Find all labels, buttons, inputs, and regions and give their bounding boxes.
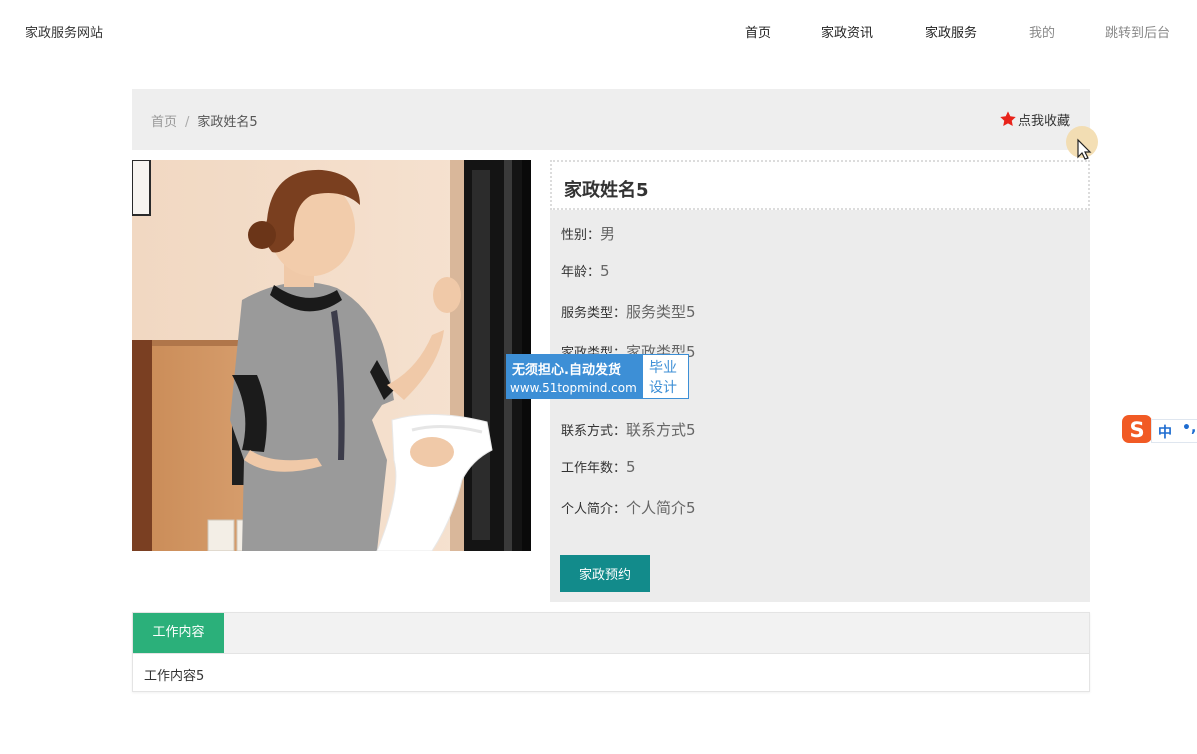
field-intro: 个人简介：个人简介5 [561, 497, 696, 518]
breadcrumb-home[interactable]: 首页 [151, 115, 177, 130]
mouse-cursor-icon [1066, 126, 1098, 160]
field-work-years: 工作年数：5 [561, 457, 636, 476]
watermark-line2: www.51topmind.com [510, 381, 637, 395]
field-contact-value: 联系方式5 [626, 421, 696, 439]
star-icon [1000, 111, 1016, 127]
field-service-type: 服务类型：服务类型5 [561, 301, 696, 322]
field-gender: 性别：男 [561, 223, 615, 244]
watermark-right-line2: 设计 [649, 380, 677, 396]
watermark-right-line1: 毕业 [649, 360, 677, 376]
field-age: 年龄：5 [561, 261, 610, 280]
watermark-line1: 无须担心.自动发货 [512, 363, 621, 378]
tab-header: 工作内容 [133, 613, 1089, 654]
top-navbar: 家政服务网站 首页 家政资讯 家政服务 我的 跳转到后台 [0, 0, 1197, 62]
field-contact-key: 联系方式： [561, 424, 627, 439]
field-work-years-value: 5 [626, 458, 636, 476]
housekeeper-photo [132, 160, 531, 551]
field-intro-value: 个人简介5 [626, 499, 696, 517]
ime-mode[interactable]: 中 [1158, 422, 1172, 442]
nav-services[interactable]: 家政服务 [925, 22, 977, 41]
field-gender-value: 男 [600, 225, 616, 243]
nav-mine[interactable]: 我的 [1029, 22, 1055, 41]
breadcrumb: 首页 / 家政姓名5 [151, 111, 258, 130]
favorite-button[interactable]: 点我收藏 [999, 110, 1070, 129]
detail-title-box: 家政姓名5 [550, 160, 1090, 210]
tab-work-content[interactable]: 工作内容 [133, 613, 224, 653]
svg-text:S: S [1129, 418, 1144, 442]
field-gender-key: 性别： [561, 228, 601, 243]
ime-toolbar[interactable]: S 中 •, [1121, 414, 1197, 444]
sogou-ime-icon[interactable]: S [1121, 414, 1153, 444]
field-intro-key: 个人简介： [561, 502, 627, 517]
breadcrumb-current: 家政姓名5 [197, 115, 258, 130]
tab-work-content-body: 工作内容5 [144, 669, 205, 684]
nav-home[interactable]: 首页 [745, 22, 771, 41]
content-tabs: 工作内容 工作内容5 [132, 612, 1090, 692]
housekeeper-name: 家政姓名5 [564, 180, 649, 201]
ime-punctuation[interactable]: •, [1182, 420, 1196, 436]
breadcrumb-bar: 首页 / 家政姓名5 点我收藏 [132, 89, 1090, 150]
field-age-key: 年龄： [561, 265, 601, 280]
nav-admin[interactable]: 跳转到后台 [1105, 22, 1170, 41]
field-service-type-key: 服务类型： [561, 306, 627, 321]
ime-status-bar[interactable]: 中 •, [1151, 419, 1197, 443]
book-housekeeper-button[interactable]: 家政预约 [560, 555, 650, 592]
site-title[interactable]: 家政服务网站 [25, 22, 103, 41]
field-age-value: 5 [600, 262, 610, 280]
watermark-badge: 无须担心.自动发货 www.51topmind.com 毕业 设计 [506, 354, 689, 399]
field-work-years-key: 工作年数： [561, 461, 627, 476]
watermark-right: 毕业 设计 [642, 354, 689, 399]
field-contact: 联系方式：联系方式5 [561, 419, 696, 440]
watermark-left: 无须担心.自动发货 www.51topmind.com [506, 354, 642, 399]
breadcrumb-separator: / [185, 115, 190, 130]
nav-news[interactable]: 家政资讯 [821, 22, 873, 41]
field-service-type-value: 服务类型5 [626, 303, 696, 321]
